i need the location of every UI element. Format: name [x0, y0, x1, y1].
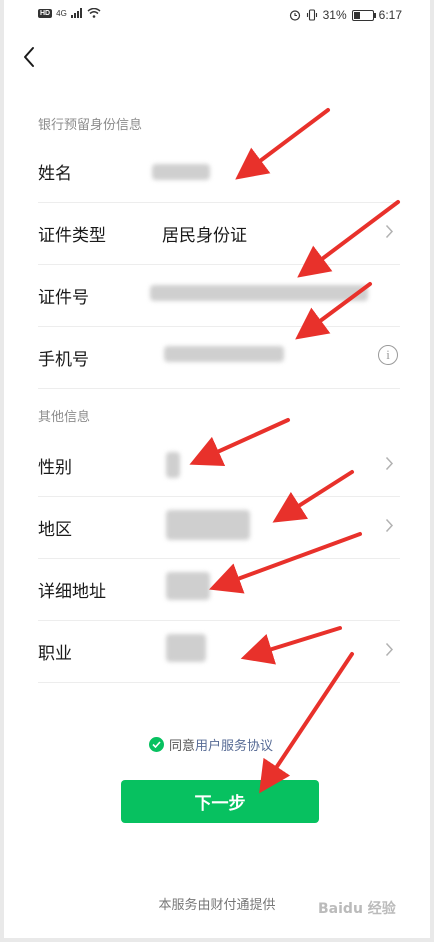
hd-badge: HD	[38, 8, 53, 18]
wifi-icon	[87, 8, 101, 18]
chevron-right-icon	[385, 642, 394, 657]
name-label: 姓名	[38, 164, 72, 184]
signal-icon	[70, 8, 82, 18]
battery-percent: 31%	[322, 8, 347, 22]
agreement-prefix: 同意	[169, 739, 196, 754]
check-circle-icon[interactable]	[149, 737, 164, 752]
section-bank-info-title: 银行预留身份信息	[38, 118, 143, 133]
chevron-right-icon	[385, 456, 394, 471]
id-number-label: 证件号	[38, 288, 89, 308]
row-region[interactable]: 地区	[38, 496, 400, 559]
vibrate-icon	[306, 9, 317, 21]
frame-bottom	[0, 938, 434, 942]
clock-time: 6:17	[378, 8, 402, 22]
id-type-value: 居民身份证	[162, 226, 247, 246]
occupation-label: 职业	[38, 644, 72, 664]
chevron-left-icon	[24, 47, 34, 67]
address-label: 详细地址	[38, 582, 106, 602]
battery-icon	[351, 9, 376, 21]
status-left: HD 4G	[38, 8, 101, 18]
region-label: 地区	[38, 520, 72, 540]
row-phone[interactable]: 手机号 i	[38, 326, 400, 389]
phone-value-redacted	[164, 346, 284, 362]
frame-right	[430, 0, 434, 942]
row-occupation[interactable]: 职业	[38, 620, 400, 683]
row-address[interactable]: 详细地址	[38, 558, 400, 621]
user-service-agreement-link[interactable]: 用户服务协议	[195, 735, 273, 754]
row-id-number[interactable]: 证件号	[38, 264, 400, 327]
back-button[interactable]	[14, 42, 44, 72]
agreement-row: 同意 用户服务协议	[149, 735, 273, 754]
id-number-value-redacted	[150, 285, 368, 301]
frame-left	[0, 0, 4, 942]
next-step-button[interactable]: 下一步	[121, 780, 319, 823]
baidu-watermark: Baidu 经验	[318, 901, 396, 917]
status-bar: HD 4G 31% 6:17	[0, 0, 434, 32]
gender-value-redacted	[166, 452, 180, 478]
id-type-label: 证件类型	[38, 226, 106, 246]
network-label: 4G	[56, 8, 67, 18]
gender-label: 性别	[38, 458, 72, 478]
address-value-redacted	[166, 572, 210, 600]
info-icon[interactable]: i	[378, 345, 398, 365]
chevron-right-icon	[385, 224, 394, 239]
region-value-redacted	[166, 510, 250, 540]
occupation-value-redacted	[166, 634, 206, 662]
row-gender[interactable]: 性别	[38, 434, 400, 497]
phone-label: 手机号	[38, 350, 89, 370]
status-right: 31% 6:17	[289, 8, 402, 22]
chevron-right-icon	[385, 518, 394, 533]
name-value-redacted	[152, 164, 210, 180]
row-id-type[interactable]: 证件类型 居民身份证	[38, 202, 400, 265]
row-name[interactable]: 姓名	[38, 140, 400, 203]
section-other-info-title: 其他信息	[38, 410, 91, 425]
alarm-icon	[289, 10, 300, 21]
